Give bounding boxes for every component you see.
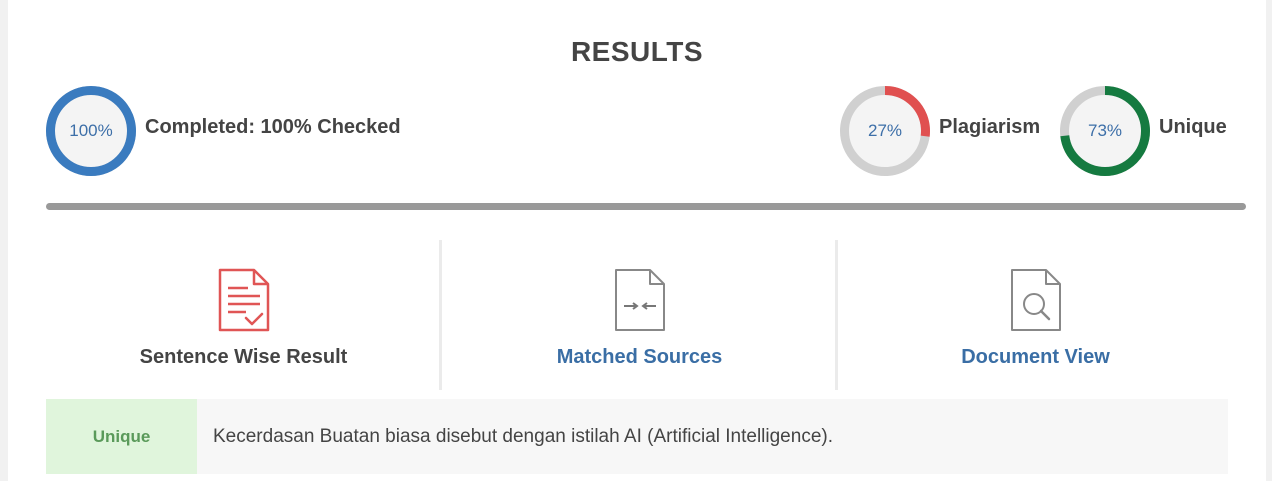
tab-label: Matched Sources	[556, 346, 723, 368]
completion-label: Completed: 100% Checked	[145, 116, 401, 138]
result-row: Unique Kecerdasan Buatan biasa disebut d…	[46, 399, 1228, 474]
tab-matched-sources[interactable]: Matched Sources	[442, 240, 837, 390]
plagiarism-label: Plagiarism	[939, 116, 1041, 138]
plagiarism-progress-ring: 27%	[840, 86, 930, 176]
status-badge: Unique	[46, 399, 197, 474]
document-compare-icon	[612, 268, 668, 332]
unique-label: Unique	[1159, 116, 1227, 138]
completion-percent: 100%	[69, 121, 113, 140]
tab-sentence-wise-result[interactable]: Sentence Wise Result	[46, 240, 441, 390]
tab-document-view[interactable]: Document View	[838, 240, 1233, 390]
unique-progress-ring: 73%	[1060, 86, 1150, 176]
tab-label: Document View	[961, 346, 1110, 368]
document-check-icon	[216, 268, 272, 332]
tab-label: Sentence Wise Result	[139, 346, 348, 368]
completion-progress-ring: 100%	[46, 86, 136, 176]
plagiarism-percent: 27%	[867, 121, 903, 140]
document-search-icon	[1008, 268, 1064, 332]
page-title: RESULTS	[570, 36, 704, 67]
result-sentence: Kecerdasan Buatan biasa disebut dengan i…	[213, 426, 833, 447]
results-panel: RESULTS 100% Completed: 100% Checked 27%…	[8, 0, 1266, 481]
divider-bar	[46, 203, 1246, 210]
unique-percent: 73%	[1087, 121, 1123, 140]
